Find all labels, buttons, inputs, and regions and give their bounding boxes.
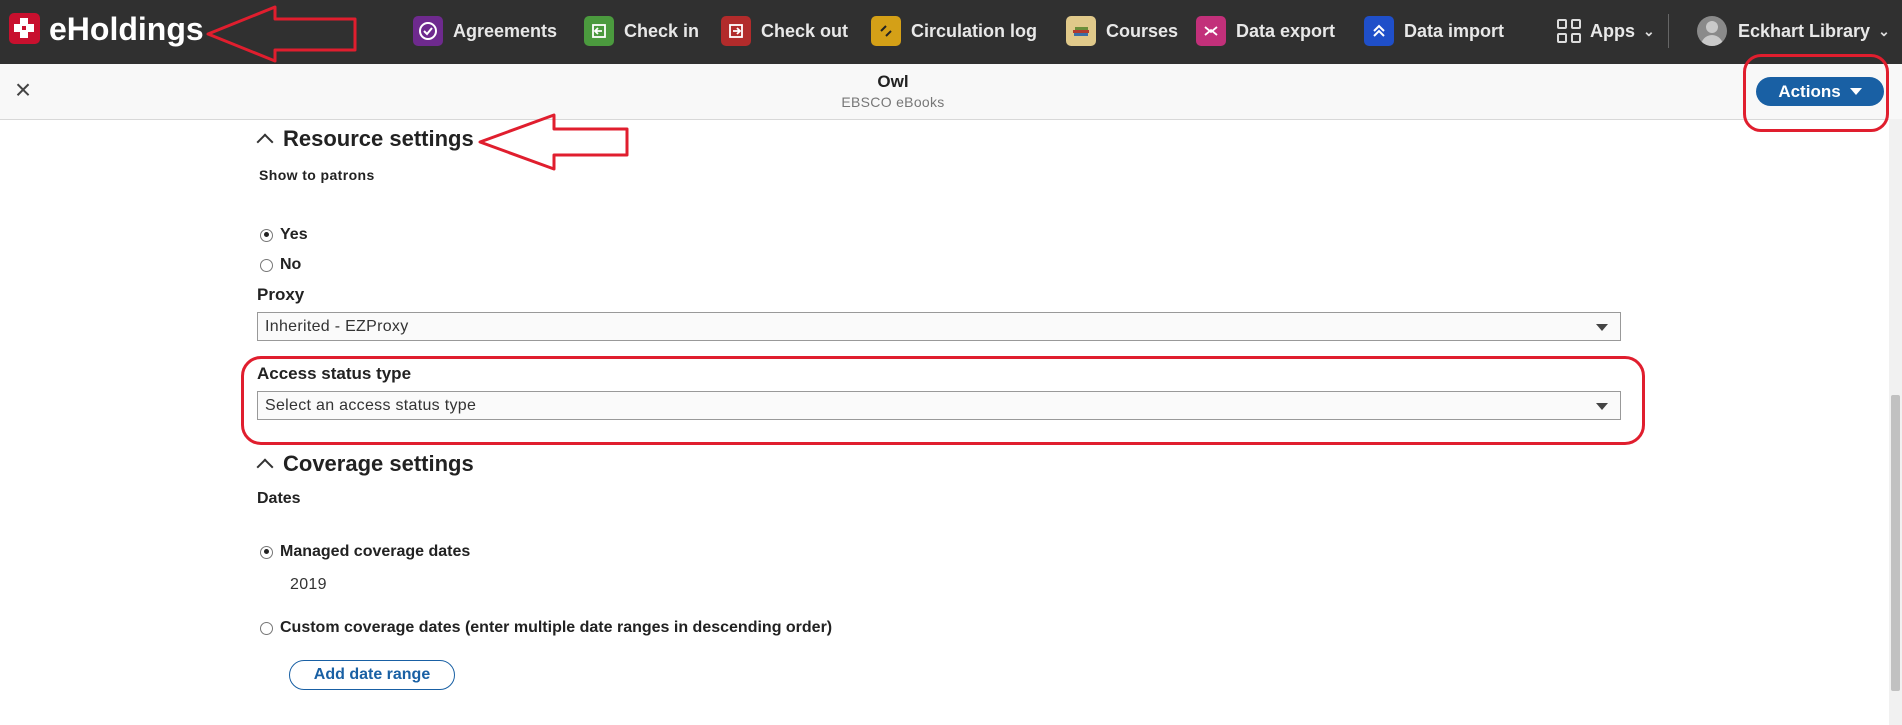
radio-label: Yes bbox=[280, 226, 308, 243]
avatar bbox=[1697, 16, 1727, 46]
nav-item-courses[interactable]: Courses bbox=[1066, 14, 1178, 48]
managed-coverage-value: 2019 bbox=[290, 576, 327, 593]
dropdown-arrow-icon bbox=[1596, 324, 1608, 331]
annotation-box-actions bbox=[1743, 54, 1889, 132]
check-out-icon bbox=[721, 16, 751, 46]
annotation-arrow-resource-settings bbox=[478, 113, 629, 171]
chevron-up-icon bbox=[256, 133, 274, 151]
coverage-settings-toggle[interactable]: Coverage settings bbox=[253, 451, 474, 477]
nav-item-agreements[interactable]: Agreements bbox=[413, 14, 557, 48]
chevron-up-icon bbox=[256, 458, 274, 476]
radio-unselected-icon[interactable] bbox=[260, 621, 273, 635]
agreements-icon bbox=[413, 16, 443, 46]
resource-settings-toggle[interactable]: Resource settings bbox=[253, 126, 474, 152]
nav-label: Check in bbox=[624, 20, 700, 41]
nav-label: Courses bbox=[1106, 20, 1179, 41]
annotation-box-access-status bbox=[241, 356, 1645, 445]
managed-coverage-dates-option[interactable]: Managed coverage dates bbox=[260, 543, 470, 561]
scrollbar[interactable] bbox=[1889, 119, 1902, 725]
app-name[interactable]: eHoldings bbox=[49, 9, 204, 49]
pane-title: Owl bbox=[877, 72, 909, 91]
pane-header: × Owl EBSCO eBooks Actions bbox=[0, 64, 1902, 120]
courses-icon bbox=[1066, 16, 1096, 46]
proxy-select[interactable]: Inherited - EZProxy bbox=[257, 312, 1621, 341]
nav-label: Circulation log bbox=[911, 20, 1037, 41]
nav-item-check-out[interactable]: Check out bbox=[721, 14, 848, 48]
add-date-range-button[interactable]: Add date range bbox=[289, 660, 455, 690]
proxy-label: Proxy bbox=[257, 285, 305, 304]
chevron-down-icon: ⌄ bbox=[1643, 22, 1655, 39]
coverage-settings-heading: Coverage settings bbox=[283, 451, 474, 476]
apps-label: Apps bbox=[1590, 20, 1635, 41]
nav-divider bbox=[1668, 14, 1669, 48]
show-to-patrons-label: Show to patrons bbox=[259, 167, 375, 183]
show-to-patrons-yes[interactable]: Yes bbox=[260, 226, 308, 244]
nav-item-check-in[interactable]: Check in bbox=[584, 14, 699, 48]
radio-label: Managed coverage dates bbox=[280, 543, 471, 560]
data-export-icon bbox=[1196, 16, 1226, 46]
custom-coverage-dates-option[interactable]: Custom coverage dates (enter multiple da… bbox=[260, 619, 832, 637]
circulation-log-icon bbox=[871, 16, 901, 46]
show-to-patrons-no[interactable]: No bbox=[260, 256, 301, 274]
nav-label: Data export bbox=[1236, 20, 1336, 41]
resource-settings-heading: Resource settings bbox=[283, 126, 474, 151]
user-menu-button[interactable]: Eckhart Library ⌄ bbox=[1697, 14, 1890, 48]
check-in-icon bbox=[584, 16, 614, 46]
user-label: Eckhart Library bbox=[1738, 20, 1871, 41]
scrollbar-thumb[interactable] bbox=[1891, 395, 1900, 691]
dates-label: Dates bbox=[257, 490, 301, 507]
nav-item-circulation-log[interactable]: Circulation log bbox=[871, 14, 1037, 48]
radio-label: No bbox=[280, 256, 302, 273]
nav-label: Agreements bbox=[453, 20, 558, 41]
proxy-value: Inherited - EZProxy bbox=[265, 318, 409, 335]
eholdings-logo-icon[interactable] bbox=[9, 13, 40, 44]
nav-label: Data import bbox=[1404, 20, 1505, 41]
radio-label: Custom coverage dates (enter multiple da… bbox=[280, 619, 833, 636]
apps-menu-button[interactable]: Apps ⌄ bbox=[1557, 14, 1655, 48]
pane-subtitle: EBSCO eBooks bbox=[841, 94, 945, 110]
radio-selected-icon[interactable] bbox=[260, 545, 273, 559]
annotation-arrow-app-name bbox=[206, 5, 357, 63]
radio-selected-icon[interactable] bbox=[260, 228, 273, 242]
chevron-down-icon: ⌄ bbox=[1878, 22, 1890, 39]
nav-label: Check out bbox=[761, 20, 849, 41]
radio-unselected-icon[interactable] bbox=[260, 258, 273, 272]
nav-item-data-export[interactable]: Data export bbox=[1196, 14, 1335, 48]
data-import-icon bbox=[1364, 16, 1394, 46]
apps-grid-icon bbox=[1557, 19, 1581, 43]
nav-item-data-import[interactable]: Data import bbox=[1364, 14, 1504, 48]
